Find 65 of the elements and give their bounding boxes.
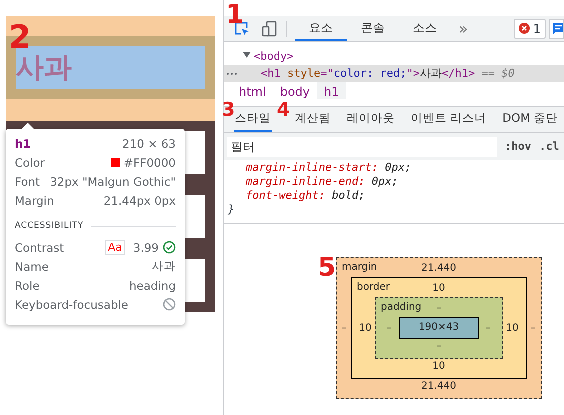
box-value: – xyxy=(436,340,442,354)
property-label: Keyboard-focusable xyxy=(15,298,129,312)
message-icon xyxy=(553,22,563,34)
property-label: Name xyxy=(15,260,49,274)
breadcrumb-item[interactable]: html xyxy=(232,82,274,99)
styles-tab[interactable]: 이벤트 리스너 xyxy=(410,107,488,132)
breadcrumb-item[interactable]: h1 xyxy=(317,82,346,99)
contrast-sample: Aa xyxy=(105,240,126,255)
filter-field[interactable]: 필터 xyxy=(227,136,497,156)
styles-tab[interactable]: 계산됨 xyxy=(294,107,332,132)
css-declaration[interactable]: font-weight: bold; xyxy=(224,189,564,203)
box-value: – xyxy=(436,302,442,316)
ellipsis-icon xyxy=(226,72,238,76)
styles-tab[interactable]: DOM 중단 xyxy=(502,107,560,132)
closing-brace: } xyxy=(227,203,236,217)
css-declaration[interactable]: margin-inline-end: 0px; xyxy=(224,175,564,189)
property-value: 사과 xyxy=(152,259,176,274)
property-value: 21.44px 0px xyxy=(104,194,176,208)
element-size: 210 × 63 xyxy=(122,136,176,150)
box-value: – xyxy=(341,322,348,334)
property-value: 32px "Malgun Gothic" xyxy=(50,174,176,188)
error-icon xyxy=(519,23,530,34)
content-box-size: 190×43 xyxy=(399,317,479,339)
property-label: Margin xyxy=(15,194,54,208)
box-value: – xyxy=(485,322,492,334)
heading-text: 사과 xyxy=(16,54,72,82)
filter-toggle-button[interactable]: :hov xyxy=(505,140,532,153)
property-label: Role xyxy=(15,278,40,292)
breadcrumb-item[interactable]: body xyxy=(273,82,318,99)
panel-tab[interactable]: 소스 xyxy=(399,16,451,41)
box-value: 21.440 xyxy=(422,262,456,276)
property-label: Contrast xyxy=(15,240,64,254)
filter-toggle-button[interactable]: .cl xyxy=(540,140,560,153)
expanded-triangle-icon xyxy=(243,51,251,59)
handwritten-number: 2 xyxy=(9,21,32,53)
box-value: 10 xyxy=(432,282,446,296)
section-title: ACCESSIBILITY xyxy=(15,221,84,231)
more-tabs-button[interactable]: » xyxy=(451,20,476,38)
property-label: Color xyxy=(15,156,46,170)
box-label: border xyxy=(357,282,390,293)
error-count-badge[interactable]: 1 xyxy=(514,18,546,38)
panel-tab[interactable]: 요소 xyxy=(295,16,347,41)
property-value: #FF0000 xyxy=(124,156,176,170)
device-icon[interactable] xyxy=(262,20,278,36)
handwritten-number: 1 xyxy=(226,2,244,28)
css-declaration[interactable]: margin-inline-start: 0px; xyxy=(224,161,564,175)
messages-button[interactable] xyxy=(549,18,564,38)
box-value: 10 xyxy=(432,360,446,374)
box-value: 10 xyxy=(358,322,373,334)
dom-node-line[interactable]: <body> xyxy=(224,48,564,65)
tag-name: h1 xyxy=(15,136,32,150)
handwritten-number: 5 xyxy=(318,255,336,281)
box-value: 21.440 xyxy=(422,380,456,394)
box-label: padding xyxy=(381,302,422,313)
box-value: – xyxy=(386,322,393,334)
panel-tab[interactable]: 콘솔 xyxy=(347,16,399,41)
box-label: margin xyxy=(342,262,378,273)
styles-tab[interactable]: 레이아웃 xyxy=(346,107,396,132)
handwritten-number: 3 xyxy=(222,101,236,120)
box-value: – xyxy=(530,322,537,334)
property-label: Font xyxy=(15,174,40,188)
handwritten-number: 4 xyxy=(277,101,290,120)
box-value: 10 xyxy=(505,322,520,334)
property-value: 3.99 xyxy=(133,240,159,254)
property-value: heading xyxy=(130,278,176,292)
